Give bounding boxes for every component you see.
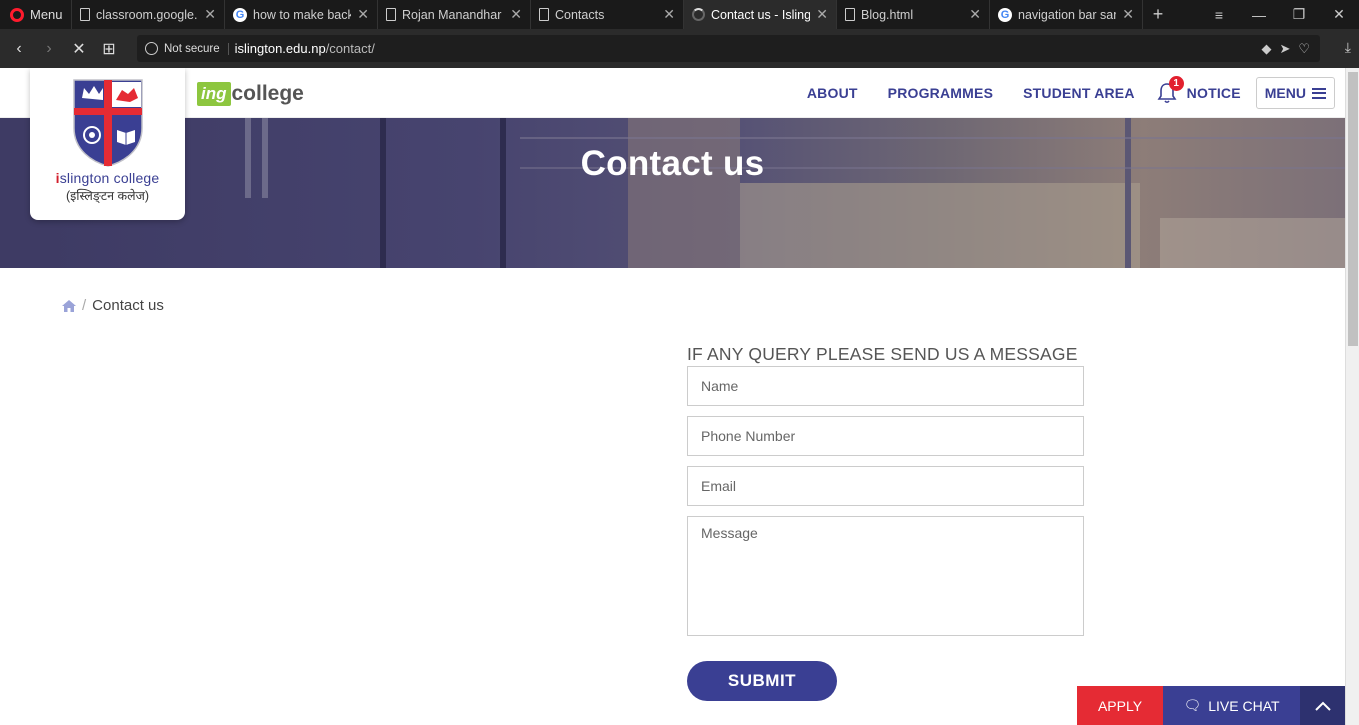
submit-button[interactable]: SUBMIT <box>687 661 837 701</box>
home-icon[interactable] <box>62 299 76 312</box>
tab-title: how to make back <box>253 7 352 22</box>
document-icon <box>386 8 396 21</box>
close-tab-icon[interactable]: ✕ <box>663 6 675 23</box>
forward-icon[interactable]: › <box>34 40 64 58</box>
form-heading: IF ANY QUERY PLEASE SEND US A MESSAGE <box>687 344 1078 364</box>
notice-count-badge: 1 <box>1168 76 1184 91</box>
close-tab-icon[interactable]: ✕ <box>357 6 369 23</box>
page-scrollbar[interactable] <box>1345 68 1359 725</box>
document-icon <box>80 8 90 21</box>
tab-title: Contacts <box>555 7 605 22</box>
name-input[interactable]: Name <box>687 366 1084 406</box>
college-name: islington college <box>56 170 160 186</box>
hero-building-shapes <box>0 118 1345 268</box>
close-tab-icon[interactable]: ✕ <box>1122 6 1134 23</box>
restore-icon[interactable]: ❐ <box>1279 6 1319 23</box>
college-name-nepali: (इस्लिङ्टन कलेज) <box>65 189 150 203</box>
top-navigation: ABOUT PROGRAMMES STUDENT AREA 1 NOTICE M… <box>777 76 1335 109</box>
browser-tab-bar: Menu classroom.google. ✕ G how to make b… <box>0 0 1359 29</box>
url-host: islington.edu.np <box>234 41 326 56</box>
browser-tab-active[interactable]: Contact us - Isling ✕ <box>684 0 837 29</box>
chevron-up-icon <box>1314 701 1331 711</box>
ing-college-logo[interactable]: ing college <box>197 82 304 106</box>
bookmark-heart-icon[interactable]: ♡ <box>1298 41 1310 57</box>
browser-menu-label: Menu <box>30 7 63 22</box>
google-icon: G <box>233 7 247 22</box>
url-path: /contact/ <box>325 41 375 56</box>
google-icon: G <box>998 7 1012 22</box>
tab-title: Contact us - Isling <box>711 7 811 22</box>
tab-menu-icon[interactable]: ≡ <box>1199 7 1239 23</box>
tab-title: navigation bar san <box>1018 7 1117 22</box>
college-name-rest: slington college <box>59 170 160 186</box>
nav-notice-label: NOTICE <box>1186 85 1241 101</box>
stop-loading-icon[interactable]: ✕ <box>64 39 94 59</box>
document-icon <box>845 8 855 21</box>
tab-title: Rojan Manandhar <box>402 7 502 22</box>
browser-tab[interactable]: G how to make back ✕ <box>225 0 378 29</box>
bell-icon: 1 <box>1157 76 1184 104</box>
browser-tab[interactable]: Blog.html ✕ <box>837 0 990 29</box>
close-tab-icon[interactable]: ✕ <box>204 6 216 23</box>
web-page: ing college ABOUT PROGRAMMES STUDENT ARE… <box>0 68 1345 725</box>
new-tab-button[interactable]: + <box>1143 0 1173 29</box>
scroll-to-top-button[interactable] <box>1300 686 1345 725</box>
breadcrumb-current: Contact us <box>92 297 164 314</box>
contact-form: IF ANY QUERY PLEASE SEND US A MESSAGE Na… <box>687 344 1084 701</box>
breadcrumb: / Contact us <box>62 297 164 314</box>
close-window-icon[interactable]: ✕ <box>1319 6 1359 23</box>
menu-label: MENU <box>1264 85 1306 101</box>
nav-student-area[interactable]: STUDENT AREA <box>1023 85 1135 101</box>
url-actions: ◆ ➤ ♡ <box>1261 41 1320 57</box>
opera-logo-icon <box>10 7 24 22</box>
back-icon[interactable]: ‹ <box>4 40 34 58</box>
close-tab-icon[interactable]: ✕ <box>816 6 828 23</box>
nav-notice[interactable]: 1 NOTICE <box>1157 76 1241 104</box>
security-indicator[interactable]: Not secure <box>164 42 229 55</box>
college-crest-icon <box>72 79 143 167</box>
breadcrumb-separator: / <box>82 297 87 314</box>
loading-spinner-icon <box>692 8 705 21</box>
tab-title: classroom.google. <box>96 7 198 22</box>
nav-about[interactable]: ABOUT <box>807 85 858 101</box>
tab-title: Blog.html <box>861 7 914 22</box>
phone-input[interactable]: Phone Number <box>687 416 1084 456</box>
browser-tab[interactable]: Rojan Manandhar ✕ <box>378 0 531 29</box>
close-tab-icon[interactable]: ✕ <box>969 6 981 23</box>
nav-programmes[interactable]: PROGRAMMES <box>888 85 993 101</box>
browser-tab[interactable]: G navigation bar san ✕ <box>990 0 1143 29</box>
browser-tab[interactable]: Contacts ✕ <box>531 0 684 29</box>
minimize-icon[interactable]: — <box>1239 7 1279 23</box>
browser-tab[interactable]: classroom.google. ✕ <box>72 0 225 29</box>
live-chat-label: LIVE CHAT <box>1208 697 1280 714</box>
hero-banner: Contact us <box>0 118 1345 268</box>
document-icon <box>539 8 549 21</box>
hamburger-icon <box>1312 87 1326 99</box>
address-bar-row: ‹ › ✕ ⊞ Not secure islington.edu.np/cont… <box>0 29 1359 68</box>
message-textarea[interactable]: Message <box>687 516 1084 636</box>
browser-menu-button[interactable]: Menu <box>0 0 72 29</box>
speed-dial-icon[interactable]: ⊞ <box>94 39 124 59</box>
menu-button[interactable]: MENU <box>1255 77 1335 109</box>
url-field[interactable]: Not secure islington.edu.np/contact/ ◆ ➤… <box>137 35 1320 62</box>
apply-button[interactable]: APPLY <box>1077 686 1163 725</box>
chat-bubbles-icon: 🗨 <box>1183 697 1202 713</box>
send-icon[interactable]: ➤ <box>1279 41 1290 57</box>
ing-logo-mark: ing <box>197 82 231 106</box>
close-tab-icon[interactable]: ✕ <box>510 6 522 23</box>
islington-logo[interactable]: islington college (इस्लिङ्टन कलेज) <box>30 68 185 220</box>
live-chat-button[interactable]: 🗨 LIVE CHAT <box>1163 686 1300 725</box>
ing-logo-word: college <box>231 82 304 105</box>
window-controls: ≡ — ❐ ✕ <box>1199 0 1359 29</box>
sticky-action-bar: APPLY 🗨 LIVE CHAT <box>1077 686 1345 725</box>
page-title: Contact us <box>580 144 765 183</box>
site-header: ing college ABOUT PROGRAMMES STUDENT ARE… <box>0 68 1345 118</box>
downloads-icon[interactable]: ⤓ <box>1345 39 1351 56</box>
scrollbar-thumb[interactable] <box>1348 72 1358 346</box>
url-text[interactable]: islington.edu.np/contact/ <box>235 41 375 56</box>
email-input[interactable]: Email <box>687 466 1084 506</box>
globe-icon <box>145 42 158 55</box>
extension-cube-icon[interactable]: ◆ <box>1261 41 1271 57</box>
